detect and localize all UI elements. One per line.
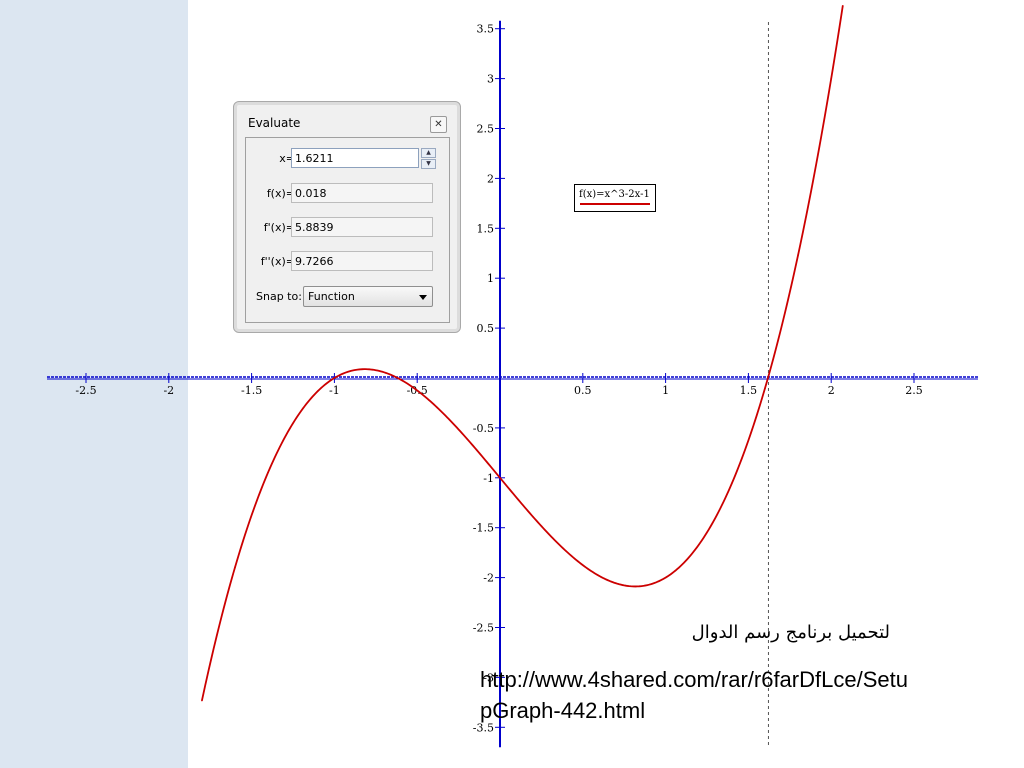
curve-point <box>399 378 402 381</box>
caption-arabic: لتحميل برنامج رسم الدوال <box>691 622 890 643</box>
fx-row: f(x)= 0.018 <box>246 183 449 205</box>
fpx-row: f'(x)= 5.8839 <box>246 217 449 239</box>
fppx-value: 9.7266 <box>291 251 433 271</box>
y-tick-label: -2.5 <box>473 622 494 635</box>
y-tick-label: 2 <box>487 172 494 185</box>
curve-point <box>333 377 336 379</box>
x-tick-label: 0.5 <box>574 384 592 397</box>
curve-point <box>532 516 534 518</box>
y-tick-label: 1 <box>487 272 494 285</box>
fx-value: 0.018 <box>291 183 433 203</box>
x-tick-label: 1 <box>662 384 669 397</box>
legend-line <box>580 203 650 205</box>
y-tick-label: -1 <box>483 472 494 485</box>
x-tick-label: -2.5 <box>75 384 96 397</box>
curve-point <box>841 4 844 7</box>
curve-point <box>598 575 601 577</box>
legend-label: f(x)=x^3-2x-1 <box>579 189 650 200</box>
y-tick-label: -1.5 <box>473 522 494 535</box>
spin-down-icon[interactable]: ▼ <box>421 159 436 169</box>
caption-url[interactable]: http://www.4shared.com/rar/r6farDfLce/Se… <box>480 664 980 726</box>
x-tick-label: 2 <box>828 384 835 397</box>
evaluate-panel: x= 1.6211 ▲ ▼ f(x)= 0.018 f'(x)= 5.8839 … <box>245 137 450 323</box>
spin-up-icon[interactable]: ▲ <box>421 148 436 158</box>
fpx-value: 5.8839 <box>291 217 433 237</box>
x-row: x= 1.6211 ▲ ▼ <box>246 148 449 170</box>
curve-point <box>664 576 667 579</box>
x-spinner[interactable]: ▲ ▼ <box>421 148 436 169</box>
curve-point <box>565 550 568 553</box>
x-tick-label: 2.5 <box>905 384 923 397</box>
y-tick-label: -0.5 <box>473 422 494 435</box>
caption-url-line1: http://www.4shared.com/rar/r6farDfLce/Se… <box>480 667 908 692</box>
curve-point <box>363 368 366 370</box>
curve-point <box>731 482 733 485</box>
y-tick-label: -2 <box>483 572 494 585</box>
graph-canvas[interactable]: -2.5 -2 -1.5 -1 -0.5 0.5 1 1.5 2 2.5 3.5 3 2.5 2 1.5 1 0… <box>0 0 1024 768</box>
y-tick-label: 0.5 <box>477 322 495 335</box>
curve-point <box>634 585 637 588</box>
evaluate-dialog: Evaluate ✕ x= 1.6211 ▲ ▼ f(x)= 0.018 f'(… <box>233 101 461 333</box>
curve-point <box>830 77 832 80</box>
curve-point <box>300 409 303 412</box>
dialog-title: Evaluate <box>248 116 301 130</box>
x-tick-label: -2 <box>163 384 174 397</box>
snap-row: Snap to: Function <box>246 286 449 308</box>
caption-url-line2: pGraph-442.html <box>480 698 646 723</box>
fppx-label: f''(x)= <box>260 255 295 268</box>
curve-point <box>267 471 269 474</box>
snap-select[interactable]: Function <box>303 286 433 307</box>
x-tick-label: -1.5 <box>241 384 262 397</box>
x-input[interactable]: 1.6211 <box>291 148 419 168</box>
fppx-row: f''(x)= 9.7266 <box>246 251 449 273</box>
y-tick-label: 1.5 <box>477 222 495 235</box>
curve-point <box>466 437 468 440</box>
y-tick-label: 2.5 <box>477 123 495 136</box>
curve-point <box>764 387 766 390</box>
chevron-down-icon <box>419 295 427 300</box>
curve-point <box>201 699 203 702</box>
x-tick-label: 1.5 <box>740 384 758 397</box>
legend[interactable]: f(x)=x^3-2x-1 <box>574 184 656 212</box>
curve-point <box>234 566 236 569</box>
curve-point <box>432 403 435 406</box>
curve-point <box>499 477 501 479</box>
curve-point <box>697 544 700 546</box>
snap-label: Snap to: <box>256 290 302 303</box>
curve-point <box>797 254 799 256</box>
snap-select-value: Function <box>308 290 355 303</box>
y-tick-label: 3.5 <box>477 23 495 36</box>
x-tick-label: -1 <box>329 384 340 397</box>
close-icon[interactable]: ✕ <box>430 116 447 133</box>
y-tick-label: 3 <box>487 73 494 86</box>
